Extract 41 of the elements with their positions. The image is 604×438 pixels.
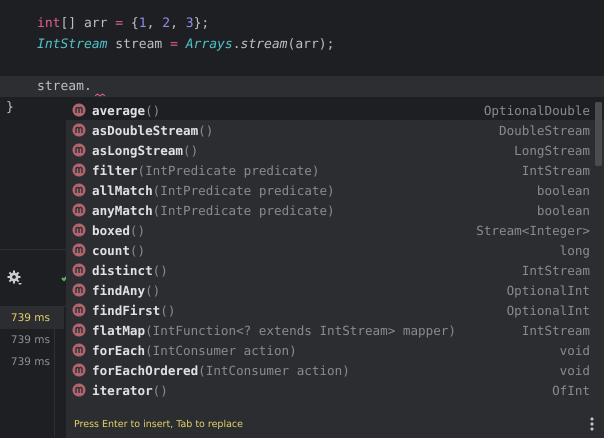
method-icon [72,203,86,217]
completion-item[interactable]: distinct() IntStream [66,260,604,280]
method-icon [72,343,86,357]
code-line: } [6,100,14,115]
test-duration[interactable]: 739 ms [0,307,64,329]
code-line: int[] arr = {1, 2, 3}; [37,16,210,31]
method-icon [72,283,86,297]
method-icon [72,143,86,157]
completion-item[interactable]: findFirst() OptionalInt [66,300,604,320]
scrollbar[interactable] [595,102,602,166]
method-icon [72,223,86,237]
completion-item[interactable]: asDoubleStream() DoubleStream [66,120,604,140]
completion-item[interactable]: boxed() Stream<Integer> [66,220,604,240]
hint-text: Press Enter to insert, Tab to replace [74,418,243,430]
method-icon [72,123,86,137]
code-line: stream. [37,79,92,94]
completion-item[interactable]: forEach(IntConsumer action) void [66,340,604,360]
test-duration[interactable]: 739 ms [0,329,54,351]
completion-item[interactable]: findAny() OptionalInt [66,280,604,300]
method-icon [72,103,86,117]
completion-item[interactable]: count() long [66,240,604,260]
completion-item[interactable]: asLongStream() LongStream [66,140,604,160]
method-icon [72,383,86,397]
settings-icon[interactable] [7,270,23,286]
method-icon [72,243,86,257]
completion-item[interactable]: allMatch(IntPredicate predicate) boolean [66,180,604,200]
completion-item[interactable]: average() OptionalDouble [66,100,604,120]
completion-item[interactable]: flatMap(IntFunction<? extends IntStream> mapper) IntStream [66,320,604,340]
method-icon [72,323,86,337]
completion-item[interactable]: anyMatch(IntPredicate predicate) boolean [66,200,604,220]
method-icon [72,363,86,377]
method-icon [72,163,86,177]
more-icon[interactable] [590,417,594,431]
completion-item[interactable]: filter(IntPredicate predicate) IntStream [66,160,604,180]
completion-item[interactable]: iterator() OfInt [66,380,604,400]
completion-item[interactable]: forEachOrdered(IntConsumer action) void [66,360,604,380]
test-duration[interactable]: 739 ms [0,351,54,373]
method-icon [72,263,86,277]
method-icon [72,303,86,317]
method-icon [72,183,86,197]
code-line: IntStream stream = Arrays.stream(arr); [37,37,334,52]
